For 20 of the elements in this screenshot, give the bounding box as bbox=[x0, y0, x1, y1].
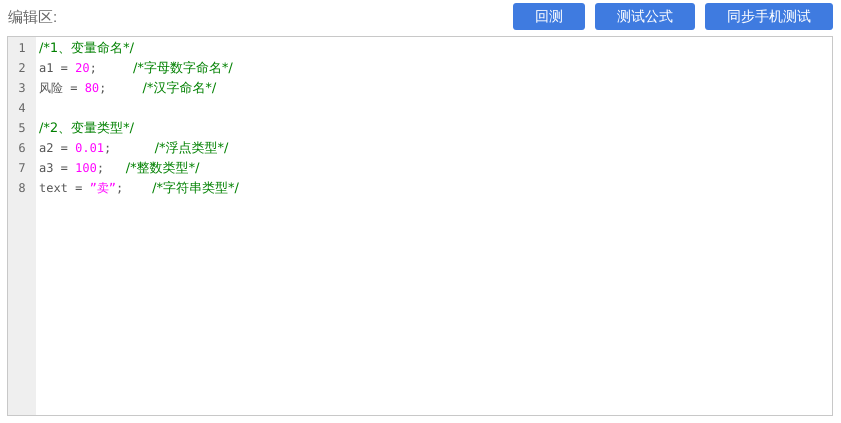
line-number: 8 bbox=[17, 180, 27, 197]
line-number: 6 bbox=[17, 140, 27, 157]
line-number: 3 bbox=[17, 80, 27, 97]
line-number: 5 bbox=[17, 120, 27, 137]
code-line: 风险 = 80; /*汉字命名*/ bbox=[39, 81, 216, 95]
line-number: 7 bbox=[17, 160, 27, 177]
code-line: a3 = 100; /*整数类型*/ bbox=[39, 161, 200, 175]
toolbar-button[interactable]: 同步手机测试 bbox=[705, 3, 833, 30]
code-line: text = ”卖”; /*字符串类型*/ bbox=[39, 181, 239, 195]
editor-label: 编辑区: bbox=[7, 8, 58, 28]
line-number: 1 bbox=[17, 40, 27, 57]
code-line: /*2、变量类型*/ bbox=[39, 121, 134, 135]
code-line: /*1、变量命名*/ bbox=[39, 41, 134, 55]
code-editor[interactable]: 1 2 3 4 5 6 7 8 /*1、变量命名*/ a1 = 20; /*字母数字命名*/ 风险 = 80; /*汉字命名*/ /*2、变量类型*/ a2 = 0.01; /*浮点类型*/ a3 = 100; /*整数类型*/ text = ”卖”; /*字符串类型*/ bbox=[7, 36, 833, 416]
code-line: a1 = 20; /*字母数字命名*/ bbox=[39, 61, 233, 75]
toolbar-button[interactable]: 测试公式 bbox=[595, 3, 695, 30]
line-number: 4 bbox=[17, 100, 27, 117]
code-line: a2 = 0.01; /*浮点类型*/ bbox=[39, 141, 228, 155]
toolbar-button[interactable]: 回测 bbox=[513, 3, 585, 30]
line-number: 2 bbox=[17, 60, 27, 77]
